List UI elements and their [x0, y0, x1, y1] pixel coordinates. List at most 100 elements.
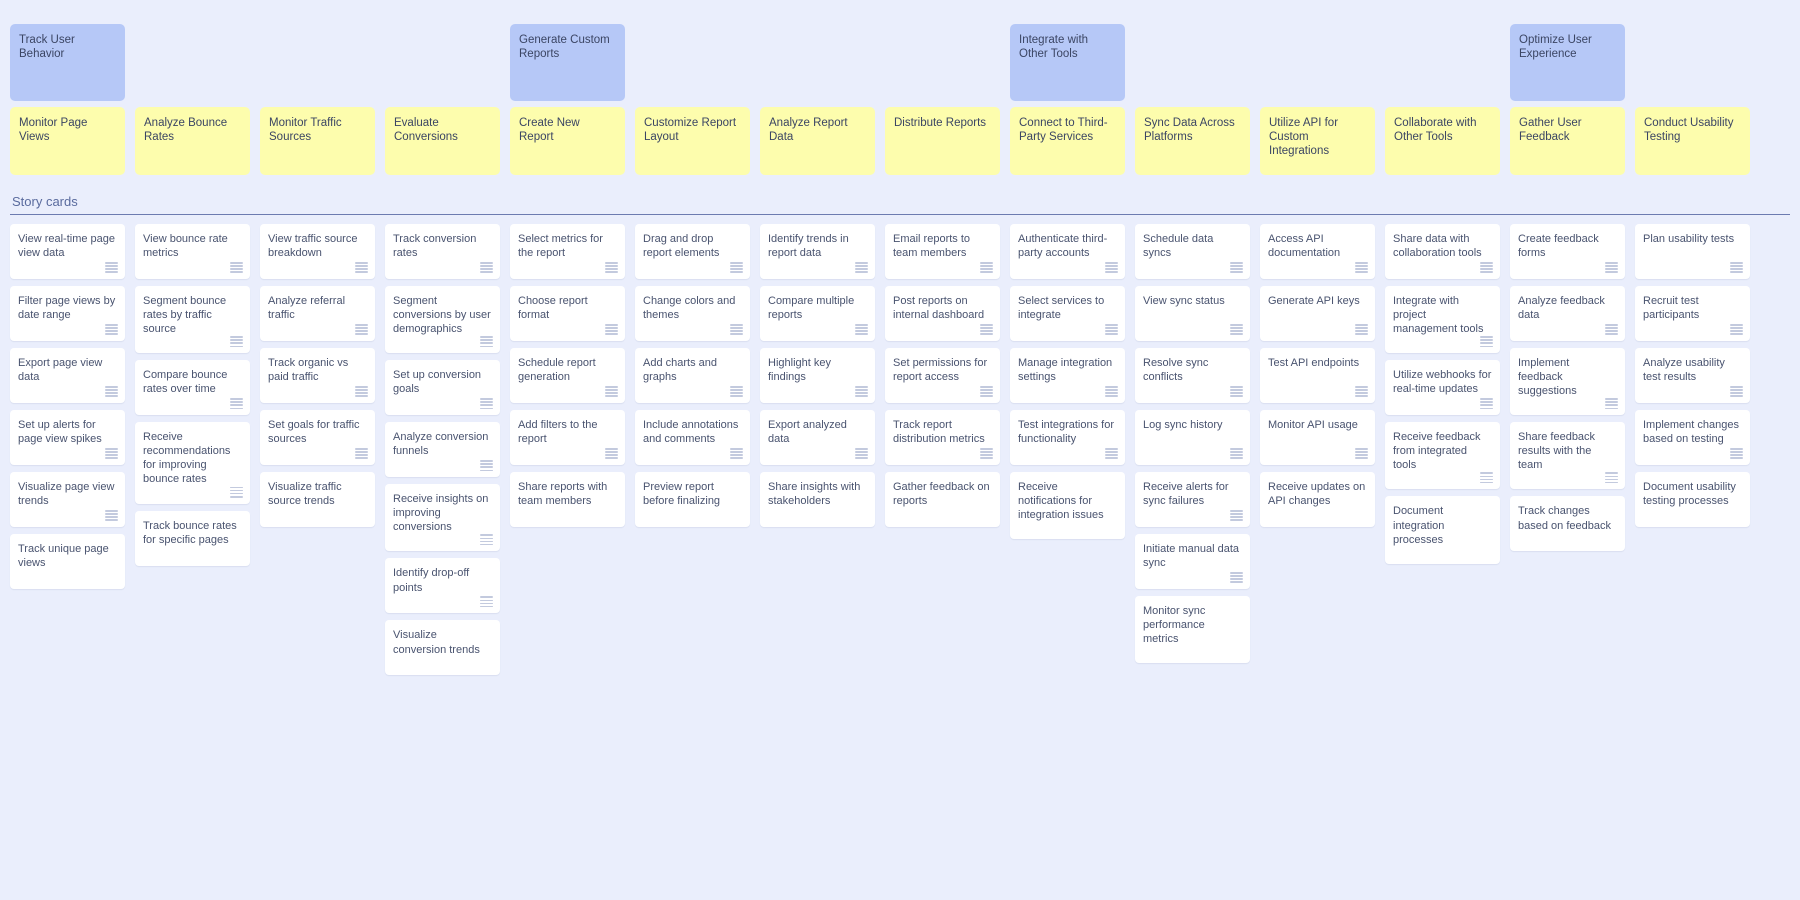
- activity-card-customize-report-layout[interactable]: Customize Report Layout: [635, 107, 750, 175]
- activity-card-connect-to-third-party-services[interactable]: Connect to Third-Party Services: [1010, 107, 1125, 175]
- story-card[interactable]: Plan usability tests: [1635, 224, 1750, 279]
- story-card[interactable]: Implement feedback suggestions: [1510, 348, 1625, 416]
- story-card[interactable]: Change colors and themes: [635, 286, 750, 341]
- story-card[interactable]: Identify drop-off points: [385, 558, 500, 614]
- drag-handle-icon[interactable]: [855, 324, 868, 335]
- story-card[interactable]: Choose report format: [510, 286, 625, 341]
- story-card[interactable]: Resolve sync conflicts: [1135, 348, 1250, 403]
- activity-card-sync-data-across-platforms[interactable]: Sync Data Across Platforms: [1135, 107, 1250, 175]
- activity-card-utilize-api-for-custom-integrations[interactable]: Utilize API for Custom Integrations: [1260, 107, 1375, 175]
- story-card[interactable]: Utilize webhooks for real-time updates: [1385, 360, 1500, 416]
- activity-card-evaluate-conversions[interactable]: Evaluate Conversions: [385, 107, 500, 175]
- story-card[interactable]: Set up alerts for page view spikes: [10, 410, 125, 465]
- story-card[interactable]: Receive updates on API changes: [1260, 472, 1375, 527]
- drag-handle-icon[interactable]: [1230, 262, 1243, 273]
- drag-handle-icon[interactable]: [1730, 448, 1743, 459]
- drag-handle-icon[interactable]: [605, 324, 618, 335]
- drag-handle-icon[interactable]: [480, 596, 493, 608]
- story-card[interactable]: Select metrics for the report: [510, 224, 625, 279]
- story-card[interactable]: Analyze referral traffic: [260, 286, 375, 341]
- story-card[interactable]: Gather feedback on reports: [885, 472, 1000, 527]
- drag-handle-icon[interactable]: [355, 386, 368, 397]
- story-card[interactable]: Receive insights on improving conversion…: [385, 484, 500, 552]
- drag-handle-icon[interactable]: [1480, 336, 1493, 348]
- story-card[interactable]: Track changes based on feedback: [1510, 496, 1625, 552]
- drag-handle-icon[interactable]: [355, 262, 368, 273]
- epic-card-optimize-user-experience[interactable]: Optimize User Experience: [1510, 24, 1625, 101]
- story-card[interactable]: View bounce rate metrics: [135, 224, 250, 279]
- drag-handle-icon[interactable]: [480, 460, 493, 472]
- drag-handle-icon[interactable]: [230, 336, 243, 348]
- epic-card-track-user-behavior[interactable]: Track User Behavior: [10, 24, 125, 101]
- drag-handle-icon[interactable]: [480, 534, 493, 546]
- story-card[interactable]: Create feedback forms: [1510, 224, 1625, 279]
- story-card[interactable]: Highlight key findings: [760, 348, 875, 403]
- activity-card-distribute-reports[interactable]: Distribute Reports: [885, 107, 1000, 175]
- story-card[interactable]: Select services to integrate: [1010, 286, 1125, 341]
- drag-handle-icon[interactable]: [480, 262, 493, 273]
- story-card[interactable]: Test integrations for functionality: [1010, 410, 1125, 465]
- drag-handle-icon[interactable]: [480, 336, 493, 348]
- story-card[interactable]: Identify trends in report data: [760, 224, 875, 279]
- drag-handle-icon[interactable]: [730, 262, 743, 273]
- story-card[interactable]: Visualize page view trends: [10, 472, 125, 527]
- drag-handle-icon[interactable]: [1105, 262, 1118, 273]
- drag-handle-icon[interactable]: [1230, 324, 1243, 335]
- drag-handle-icon[interactable]: [1730, 386, 1743, 397]
- story-card[interactable]: Filter page views by date range: [10, 286, 125, 341]
- story-card[interactable]: Set permissions for report access: [885, 348, 1000, 403]
- story-card[interactable]: Compare multiple reports: [760, 286, 875, 341]
- drag-handle-icon[interactable]: [105, 510, 118, 521]
- story-card[interactable]: Export analyzed data: [760, 410, 875, 465]
- drag-handle-icon[interactable]: [1230, 386, 1243, 397]
- story-card[interactable]: Test API endpoints: [1260, 348, 1375, 403]
- story-card[interactable]: Receive recommendations for improving bo…: [135, 422, 250, 504]
- story-card[interactable]: Schedule report generation: [510, 348, 625, 403]
- story-card[interactable]: Generate API keys: [1260, 286, 1375, 341]
- drag-handle-icon[interactable]: [105, 262, 118, 273]
- story-card[interactable]: Recruit test participants: [1635, 286, 1750, 341]
- activity-card-monitor-page-views[interactable]: Monitor Page Views: [10, 107, 125, 175]
- activity-card-analyze-bounce-rates[interactable]: Analyze Bounce Rates: [135, 107, 250, 175]
- story-card[interactable]: Email reports to team members: [885, 224, 1000, 279]
- story-card[interactable]: Set up conversion goals: [385, 360, 500, 416]
- drag-handle-icon[interactable]: [1230, 572, 1243, 583]
- story-card[interactable]: Share reports with team members: [510, 472, 625, 527]
- drag-handle-icon[interactable]: [1105, 324, 1118, 335]
- activity-card-gather-user-feedback[interactable]: Gather User Feedback: [1510, 107, 1625, 175]
- story-card[interactable]: Include annotations and comments: [635, 410, 750, 465]
- story-card[interactable]: Document usability testing processes: [1635, 472, 1750, 527]
- story-card[interactable]: Implement changes based on testing: [1635, 410, 1750, 465]
- drag-handle-icon[interactable]: [1605, 324, 1618, 335]
- story-card[interactable]: Receive notifications for integration is…: [1010, 472, 1125, 540]
- story-card[interactable]: Track conversion rates: [385, 224, 500, 279]
- story-card[interactable]: Visualize traffic source trends: [260, 472, 375, 527]
- story-card[interactable]: Segment conversions by user demographics: [385, 286, 500, 354]
- story-card[interactable]: Set goals for traffic sources: [260, 410, 375, 465]
- drag-handle-icon[interactable]: [1355, 324, 1368, 335]
- drag-handle-icon[interactable]: [1105, 448, 1118, 459]
- drag-handle-icon[interactable]: [730, 386, 743, 397]
- story-card[interactable]: Document integration processes: [1385, 496, 1500, 564]
- drag-handle-icon[interactable]: [105, 448, 118, 459]
- story-card[interactable]: Analyze usability test results: [1635, 348, 1750, 403]
- drag-handle-icon[interactable]: [730, 448, 743, 459]
- story-card[interactable]: Manage integration settings: [1010, 348, 1125, 403]
- drag-handle-icon[interactable]: [1480, 262, 1493, 273]
- drag-handle-icon[interactable]: [105, 386, 118, 397]
- drag-handle-icon[interactable]: [1730, 262, 1743, 273]
- story-card[interactable]: Access API documentation: [1260, 224, 1375, 279]
- drag-handle-icon[interactable]: [230, 398, 243, 410]
- story-card[interactable]: Monitor API usage: [1260, 410, 1375, 465]
- story-card[interactable]: Share feedback results with the team: [1510, 422, 1625, 490]
- story-card[interactable]: View sync status: [1135, 286, 1250, 341]
- drag-handle-icon[interactable]: [1355, 262, 1368, 273]
- story-card[interactable]: Track unique page views: [10, 534, 125, 589]
- activity-card-conduct-usability-testing[interactable]: Conduct Usability Testing: [1635, 107, 1750, 175]
- story-card[interactable]: Log sync history: [1135, 410, 1250, 465]
- drag-handle-icon[interactable]: [855, 262, 868, 273]
- drag-handle-icon[interactable]: [980, 448, 993, 459]
- story-card[interactable]: Authenticate third-party accounts: [1010, 224, 1125, 279]
- story-card[interactable]: View traffic source breakdown: [260, 224, 375, 279]
- story-card[interactable]: Analyze feedback data: [1510, 286, 1625, 341]
